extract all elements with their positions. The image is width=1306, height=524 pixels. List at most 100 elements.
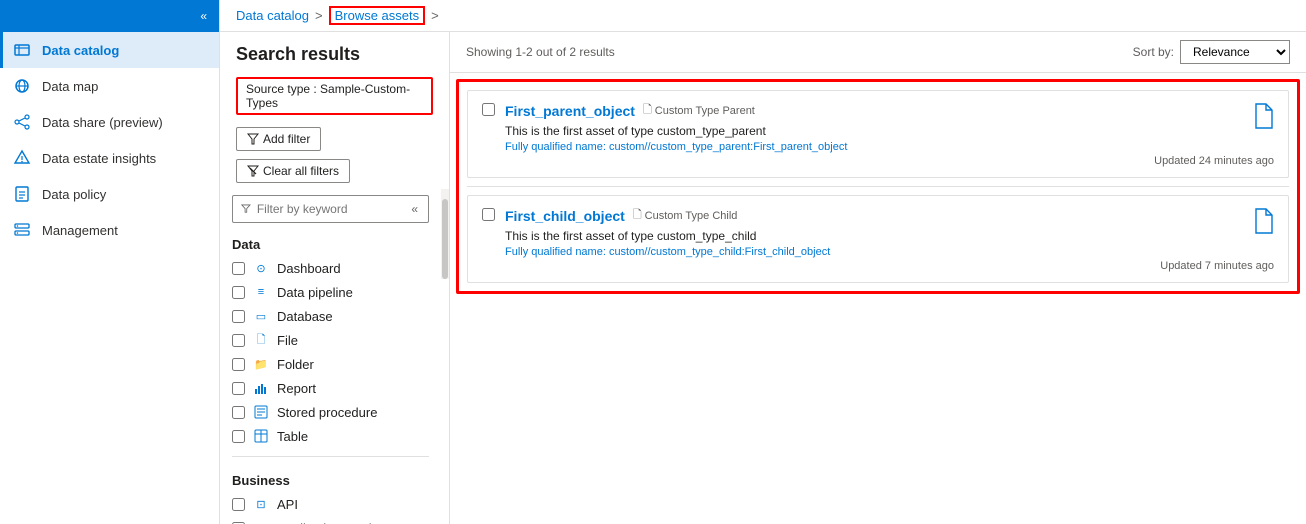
sidebar-item-management-label: Management <box>42 223 118 238</box>
sidebar-item-data-policy[interactable]: Data policy <box>0 176 219 212</box>
keyword-filter-icon <box>241 203 251 215</box>
result-2-type-badge: 🗋 Custom Type Child <box>633 206 738 225</box>
keyword-filter-input[interactable] <box>257 202 403 216</box>
result-2-type-label: Custom Type Child <box>645 210 738 222</box>
filter-file-checkbox[interactable] <box>232 334 245 347</box>
result-1-description: This is the first asset of type custom_t… <box>505 124 1134 138</box>
filter-item-api[interactable]: ⊡ API <box>220 492 441 516</box>
result-1-body: First_parent_object 🗋 Custom Type Parent… <box>505 101 1134 153</box>
sidebar-item-management[interactable]: Management <box>0 212 219 248</box>
sidebar: « Data catalog Data map <box>0 0 220 524</box>
result-1-checkbox[interactable] <box>482 103 495 116</box>
data-catalog-icon <box>12 40 32 60</box>
sort-label: Sort by: <box>1133 45 1174 59</box>
breadcrumb-parent[interactable]: Data catalog <box>236 8 309 23</box>
filter-item-file[interactable]: 🗋 File <box>220 328 441 352</box>
filter-item-folder[interactable]: 📁 Folder <box>220 352 441 376</box>
filter-section-data-title: Data <box>220 229 441 256</box>
filter-item-stored-procedure[interactable]: Stored procedure <box>220 400 441 424</box>
result-2-fqn: Fully qualified name: custom//custom_typ… <box>505 246 1140 258</box>
clear-filter-icon <box>247 165 259 177</box>
result-2-description: This is the first asset of type custom_t… <box>505 229 1140 243</box>
filter-panel: Search results Source type : Sample-Cust… <box>220 32 450 524</box>
active-filter-label: Source type : Sample-Custom-Types <box>246 82 423 110</box>
result-1-updated: Updated 24 minutes ago <box>1154 155 1274 167</box>
active-filter-chip[interactable]: Source type : Sample-Custom-Types <box>236 77 433 115</box>
data-policy-icon <box>12 184 32 204</box>
content-area: Search results Source type : Sample-Cust… <box>220 32 1306 524</box>
scrollbar-thumb <box>442 199 448 279</box>
filter-folder-checkbox[interactable] <box>232 358 245 371</box>
sidebar-item-data-map-label: Data map <box>42 79 98 94</box>
filter-scrollbar <box>441 189 449 279</box>
filter-table-checkbox[interactable] <box>232 430 245 443</box>
filter-report-checkbox[interactable] <box>232 382 245 395</box>
breadcrumb-current[interactable]: Browse assets <box>329 6 426 25</box>
data-estate-icon <box>12 148 32 168</box>
filter-database-label: Database <box>277 309 333 324</box>
application-service-icon: ⊞ <box>253 520 269 524</box>
clear-all-filters-button[interactable]: Clear all filters <box>236 159 350 183</box>
filter-stored-procedure-checkbox[interactable] <box>232 406 245 419</box>
filter-file-label: File <box>277 333 298 348</box>
filter-item-table[interactable]: Table <box>220 424 441 448</box>
dashboard-icon: ⊙ <box>253 260 269 276</box>
filter-folder-label: Folder <box>277 357 314 372</box>
stored-procedure-icon <box>253 404 269 420</box>
filter-action-row: Add filter Clear all filters <box>220 121 449 189</box>
filter-dashboard-checkbox[interactable] <box>232 262 245 275</box>
results-container: First_parent_object 🗋 Custom Type Parent… <box>456 79 1300 294</box>
result-2-file-icon <box>1252 208 1274 240</box>
sidebar-item-data-share[interactable]: Data share (preview) <box>0 104 219 140</box>
data-map-icon <box>12 76 32 96</box>
result-1-file-icon <box>1252 103 1274 135</box>
breadcrumb-separator: > <box>315 8 323 23</box>
result-2-title[interactable]: First_child_object <box>505 208 625 224</box>
filter-chips-row: Source type : Sample-Custom-Types <box>220 71 449 121</box>
filter-report-label: Report <box>277 381 316 396</box>
collapse-panel-button[interactable]: « <box>409 200 420 218</box>
filter-data-pipeline-label: Data pipeline <box>277 285 353 300</box>
filter-section-business-title: Business <box>220 465 441 492</box>
result-2-checkbox[interactable] <box>482 208 495 221</box>
result-card-2: First_child_object 🗋 Custom Type Child T… <box>467 195 1289 283</box>
filter-item-dashboard[interactable]: ⊙ Dashboard <box>220 256 441 280</box>
breadcrumb-bar: Data catalog > Browse assets > <box>220 0 1306 32</box>
filter-api-checkbox[interactable] <box>232 498 245 511</box>
results-count: Showing 1-2 out of 2 results <box>466 45 615 59</box>
add-filter-button[interactable]: Add filter <box>236 127 321 151</box>
file-icon: 🗋 <box>253 332 269 348</box>
result-card-1: First_parent_object 🗋 Custom Type Parent… <box>467 90 1289 178</box>
result-1-title-row: First_parent_object 🗋 Custom Type Parent <box>505 101 1134 120</box>
sidebar-item-data-estate[interactable]: Data estate insights <box>0 140 219 176</box>
clear-all-filters-label: Clear all filters <box>263 164 339 178</box>
result-1-title[interactable]: First_parent_object <box>505 103 635 119</box>
filter-application-service-label: Application service <box>277 521 385 524</box>
folder-icon: 📁 <box>253 356 269 372</box>
filter-item-application-service[interactable]: ⊞ Application service <box>220 516 441 524</box>
filter-item-report[interactable]: Report <box>220 376 441 400</box>
sort-select[interactable]: Relevance Name Last updated <box>1180 40 1290 64</box>
result-1-type-badge: 🗋 Custom Type Parent <box>643 101 755 120</box>
result-1-fqn: Fully qualified name: custom//custom_typ… <box>505 141 1134 153</box>
table-icon <box>253 428 269 444</box>
api-icon: ⊡ <box>253 496 269 512</box>
result-1-type-icon: 🗋 <box>643 101 652 120</box>
page-title: Search results <box>220 32 449 71</box>
result-2-body: First_child_object 🗋 Custom Type Child T… <box>505 206 1140 258</box>
filter-stored-procedure-label: Stored procedure <box>277 405 377 420</box>
filter-item-data-pipeline[interactable]: ≡ Data pipeline <box>220 280 441 304</box>
sort-control: Sort by: Relevance Name Last updated <box>1133 40 1290 64</box>
filter-database-checkbox[interactable] <box>232 310 245 323</box>
main-content: Data catalog > Browse assets > Search re… <box>220 0 1306 524</box>
sidebar-item-data-map[interactable]: Data map <box>0 68 219 104</box>
sidebar-item-data-catalog[interactable]: Data catalog <box>0 32 219 68</box>
sidebar-collapse-button[interactable]: « <box>196 7 211 25</box>
data-pipeline-icon: ≡ <box>253 284 269 300</box>
result-2-type-icon: 🗋 <box>633 206 642 225</box>
report-icon <box>253 380 269 396</box>
results-header: Showing 1-2 out of 2 results Sort by: Re… <box>450 32 1306 73</box>
filter-item-database[interactable]: ▭ Database <box>220 304 441 328</box>
filter-data-pipeline-checkbox[interactable] <box>232 286 245 299</box>
keyword-filter-box: « <box>232 195 429 223</box>
